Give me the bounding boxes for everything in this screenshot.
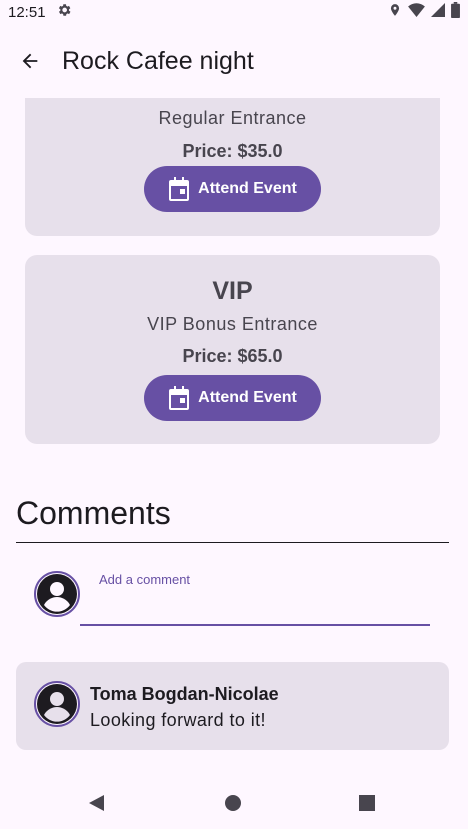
- comment-item: Toma Bogdan-Nicolae Looking forward to i…: [16, 662, 449, 750]
- comment-field-label: Add a comment: [99, 572, 191, 587]
- ticket-description: VIP Bonus Entrance: [147, 314, 318, 334]
- home-circle-icon: [225, 795, 241, 811]
- signal-icon: [431, 3, 445, 21]
- comment-text: Looking forward to it!: [90, 710, 266, 730]
- top-app-bar: Rock Cafee night: [0, 24, 468, 98]
- ticket-card: VIP VIP Bonus Entrance Price: $65.0 Atte…: [25, 255, 440, 444]
- settings-icon: [56, 2, 72, 22]
- comment-author: Toma Bogdan-Nicolae: [90, 684, 279, 704]
- comments-heading: Comments: [16, 495, 171, 531]
- wifi-icon: [408, 3, 425, 21]
- avatar: [34, 681, 80, 727]
- system-nav-bar: [0, 776, 468, 829]
- ticket-card: Regular Entrance Price: $35.0 Attend Eve…: [25, 98, 440, 236]
- page-title: Rock Cafee night: [62, 46, 254, 75]
- nav-home-button[interactable]: [223, 793, 243, 813]
- battery-icon: [451, 2, 460, 22]
- back-button[interactable]: [15, 46, 45, 76]
- ticket-description: Regular Entrance: [158, 108, 307, 128]
- attend-event-button[interactable]: Attend Event: [144, 375, 321, 421]
- event-details-scroll[interactable]: Regular Entrance Price: $35.0 Attend Eve…: [0, 98, 468, 774]
- divider: [16, 542, 449, 543]
- calendar-icon: [169, 386, 190, 410]
- calendar-icon: [169, 177, 190, 201]
- account-circle-icon: [37, 574, 77, 614]
- avatar: [34, 571, 80, 617]
- account-circle-icon: [37, 684, 77, 724]
- comment-field[interactable]: Add a comment: [80, 570, 430, 626]
- attend-event-label: Attend Event: [198, 180, 297, 197]
- status-time: 12:51: [8, 3, 46, 21]
- recents-square-icon: [359, 795, 375, 811]
- status-bar: 12:51: [0, 0, 468, 24]
- nav-back-button[interactable]: [86, 793, 106, 813]
- arrow-back-icon: [22, 53, 38, 69]
- ticket-price: Price: $35.0: [182, 141, 283, 161]
- nav-recents-button[interactable]: [357, 793, 377, 813]
- comment-input[interactable]: [99, 594, 419, 620]
- ticket-name: VIP: [212, 277, 253, 305]
- ticket-price: Price: $65.0: [182, 346, 283, 366]
- back-triangle-icon: [89, 795, 104, 811]
- attend-event-button[interactable]: Attend Event: [144, 166, 321, 212]
- add-comment-row: Add a comment: [34, 570, 434, 630]
- location-icon: [388, 2, 402, 22]
- attend-event-label: Attend Event: [198, 389, 297, 406]
